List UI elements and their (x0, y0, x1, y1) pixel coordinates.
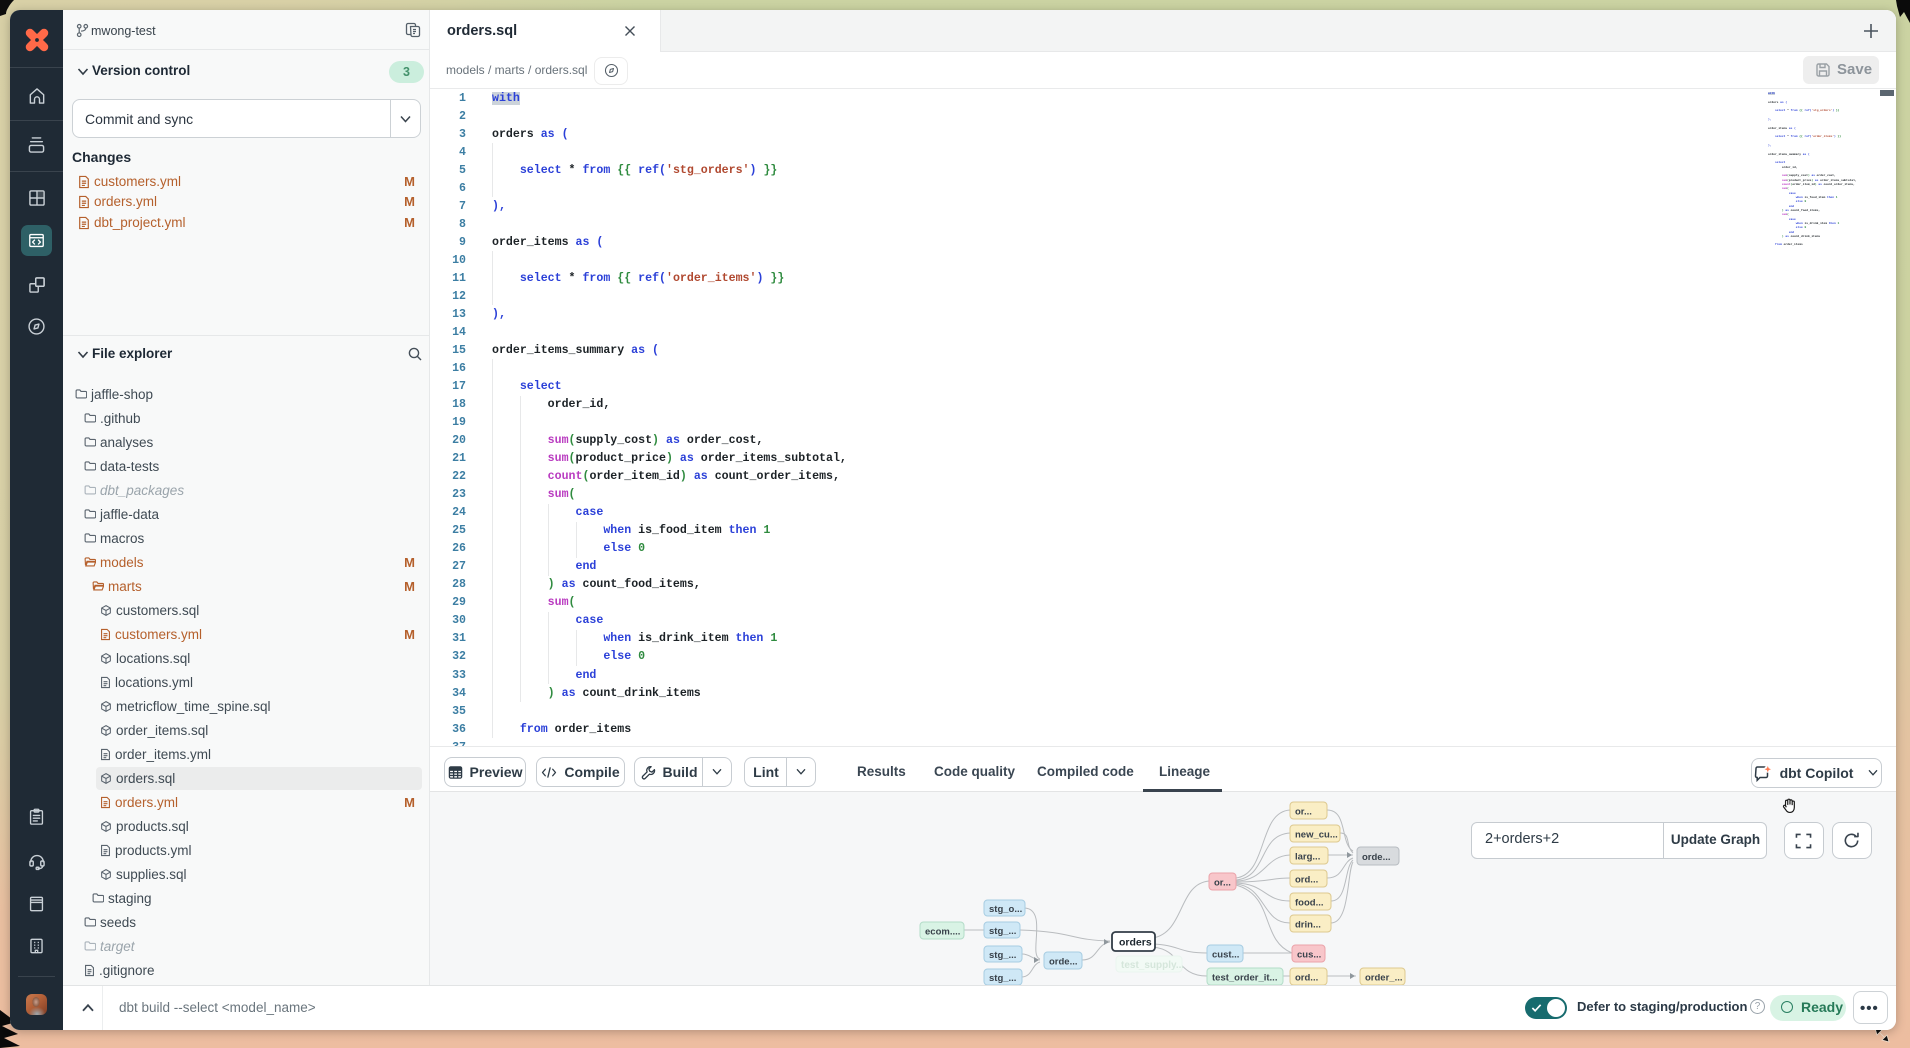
svg-text:or...: or... (1295, 806, 1312, 817)
svg-text:ecom....: ecom.... (925, 926, 960, 937)
svg-text:orde...: orde... (1362, 852, 1391, 863)
svg-text:test_order_it...: test_order_it... (1212, 972, 1277, 983)
svg-text:stg_...: stg_... (989, 950, 1016, 961)
svg-text:food...: food... (1295, 897, 1324, 908)
svg-text:orde...: orde... (1049, 956, 1078, 967)
svg-text:stg_...: stg_... (989, 926, 1016, 937)
svg-text:order_...: order_... (1365, 972, 1403, 983)
svg-text:ord...: ord... (1295, 972, 1318, 983)
svg-text:new_cu...: new_cu... (1295, 829, 1338, 840)
svg-text:cust...: cust... (1212, 949, 1239, 960)
svg-text:or...: or... (1214, 877, 1231, 888)
svg-text:cus...: cus... (1297, 949, 1321, 960)
svg-text:stg_o...: stg_o... (989, 904, 1022, 915)
svg-text:larg...: larg... (1295, 851, 1320, 862)
svg-text:orders: orders (1119, 936, 1152, 948)
svg-text:test_supply...: test_supply... (1121, 960, 1184, 971)
svg-text:stg_...: stg_... (989, 973, 1016, 984)
svg-text:ord...: ord... (1295, 874, 1318, 885)
svg-text:drin...: drin... (1295, 919, 1321, 930)
